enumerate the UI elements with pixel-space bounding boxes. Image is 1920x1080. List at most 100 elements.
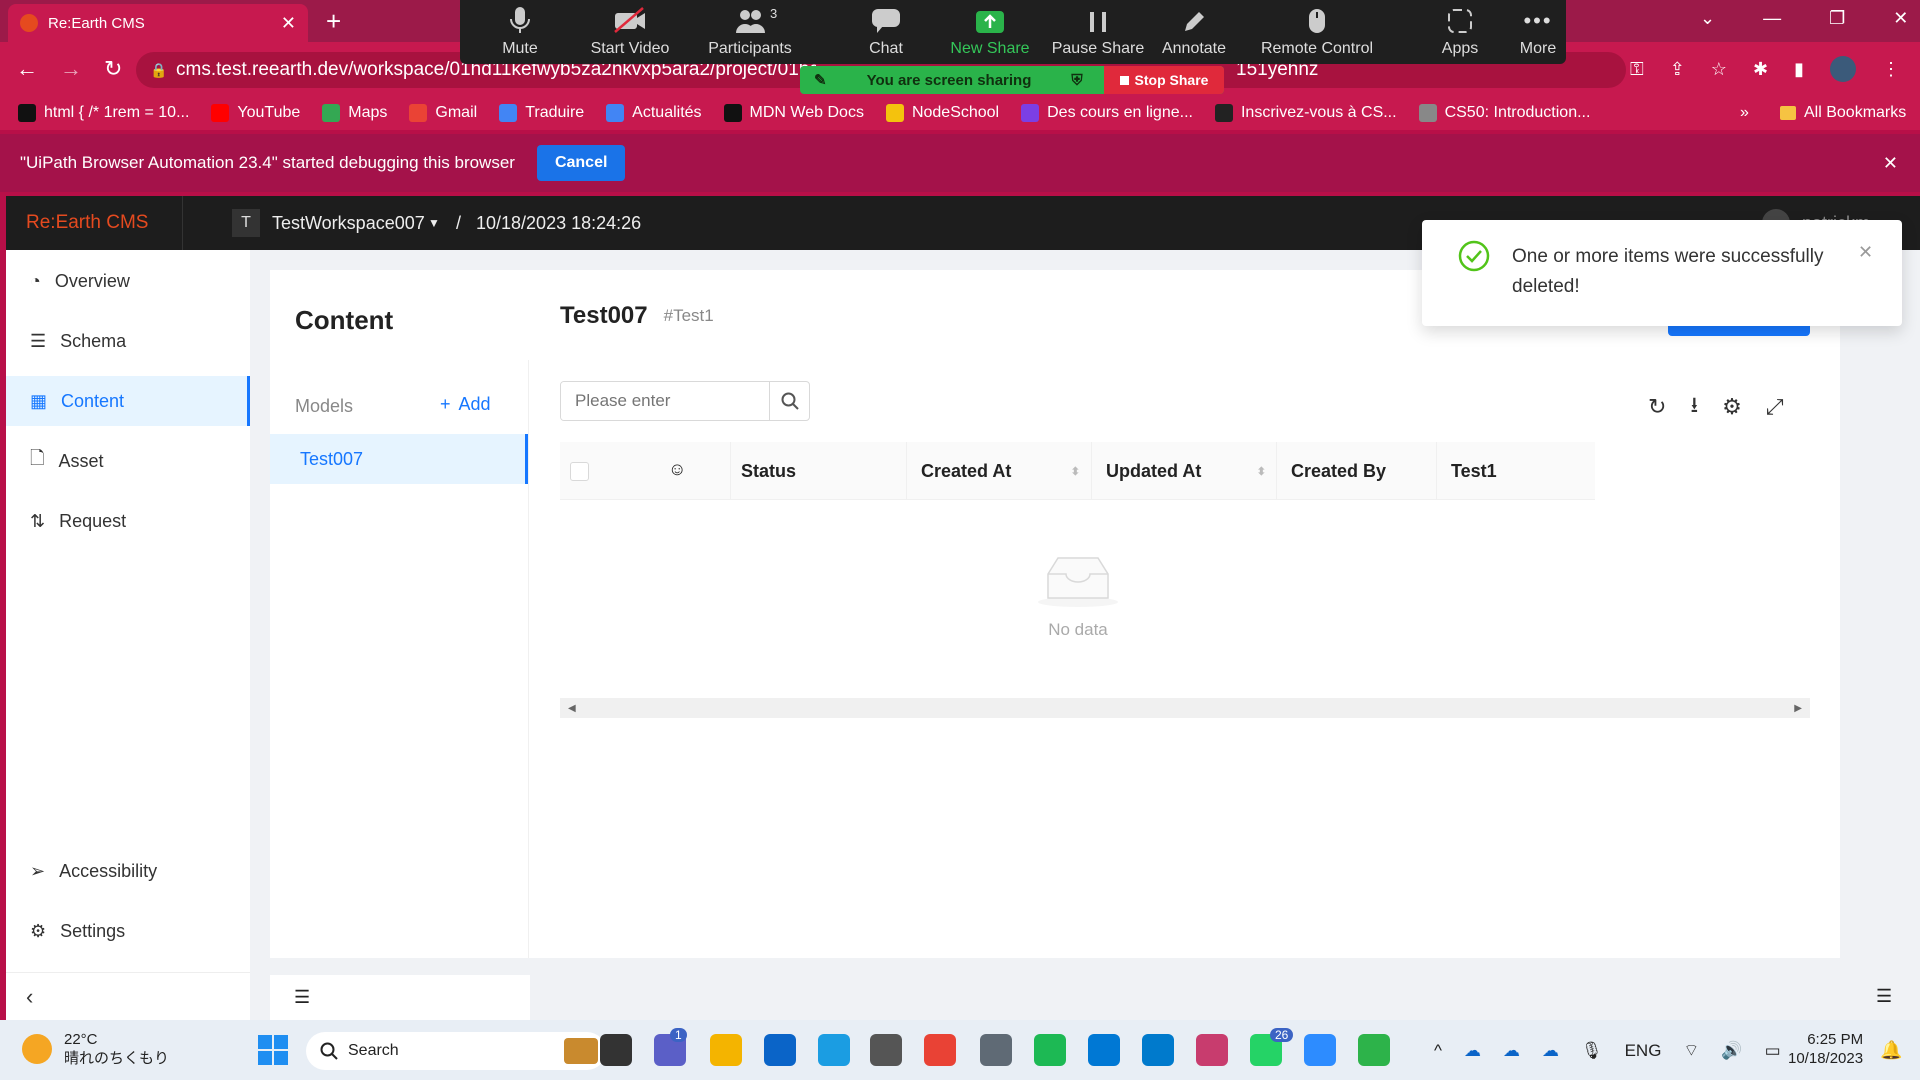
clock[interactable]: 6:25 PM 10/18/2023 <box>1788 1030 1863 1068</box>
calculator-icon[interactable] <box>870 1034 902 1066</box>
chrome-icon[interactable] <box>924 1034 956 1066</box>
search-input[interactable] <box>561 382 769 420</box>
menu-fold-right-icon[interactable]: ☰ <box>1876 986 1892 1007</box>
add-model-button[interactable]: + Add <box>440 394 491 415</box>
reload-icon[interactable]: ↻ <box>104 56 122 82</box>
sidebar-item-settings[interactable]: ⚙ Settings <box>6 906 250 956</box>
browser-tab[interactable]: Re:Earth CMS ✕ <box>8 4 308 42</box>
snipping-icon[interactable] <box>1196 1034 1228 1066</box>
onedrive-icon[interactable]: ☁ <box>1503 1041 1520 1061</box>
annotate-button[interactable]: Annotate <box>1144 0 1244 64</box>
chrome-menu-icon[interactable]: ⋮ <box>1882 59 1900 80</box>
language-indicator[interactable]: ENG <box>1625 1041 1662 1061</box>
model-item-test007[interactable]: Test007 <box>270 434 528 484</box>
media-icon[interactable] <box>1358 1034 1390 1066</box>
participants-button[interactable]: Participants 3 <box>690 0 810 64</box>
wifi-icon[interactable]: ⌔ <box>1683 1040 1699 1061</box>
fullscreen-icon[interactable]: ⤢ <box>1766 394 1784 420</box>
new-share-button[interactable]: New Share <box>930 0 1050 64</box>
vscode-icon[interactable] <box>1142 1034 1174 1066</box>
debug-close-icon[interactable]: ✕ <box>1883 153 1898 174</box>
sidebar-item-overview[interactable]: ◔ Overview <box>6 256 250 306</box>
column-status[interactable]: Status <box>730 442 910 500</box>
task-view-icon[interactable] <box>600 1034 632 1066</box>
bookmark-item[interactable]: YouTube <box>211 104 300 122</box>
start-video-button[interactable]: Start Video <box>580 0 680 64</box>
tab-close-icon[interactable]: ✕ <box>281 13 296 34</box>
bookmark-item[interactable]: Inscrivez-vous à CS... <box>1214 104 1397 122</box>
column-created-at[interactable]: Created At ⬍ <box>906 442 1090 500</box>
column-updated-at[interactable]: Updated At ⬍ <box>1091 442 1276 500</box>
apps-button[interactable]: Apps <box>1420 0 1500 64</box>
menu-fold-icon[interactable]: ☰ <box>294 987 310 1008</box>
bookmark-item[interactable]: Des cours en ligne... <box>1021 104 1193 122</box>
key-icon[interactable]: ⚿ <box>1630 59 1644 80</box>
back-icon[interactable]: ← <box>16 56 38 82</box>
more-button[interactable]: ••• More <box>1506 0 1570 64</box>
settings-icon[interactable] <box>980 1034 1012 1066</box>
extensions-icon[interactable]: ✱ <box>1753 59 1768 80</box>
column-created-by[interactable]: Created By <box>1276 442 1436 500</box>
weather-widget[interactable]: 22°C 晴れのちくもり <box>64 1030 169 1068</box>
scroll-left-icon[interactable]: ◀ <box>568 703 576 714</box>
bookmark-item[interactable]: Traduire <box>499 104 584 122</box>
sidebar-item-content[interactable]: ▦ Content <box>6 376 250 426</box>
sort-icon[interactable]: ⬍ <box>1257 465 1266 478</box>
search-button[interactable] <box>769 382 809 420</box>
restore-icon[interactable]: ❐ <box>1829 8 1845 29</box>
debug-cancel-button[interactable]: Cancel <box>536 145 626 181</box>
horizontal-scrollbar[interactable]: ◀ ▶ <box>560 698 1810 718</box>
bookmark-item[interactable]: Actualités <box>606 104 702 122</box>
sidepanel-icon[interactable]: ▮ <box>1794 59 1804 80</box>
app-logo[interactable]: Re:Earth CMS <box>26 212 148 234</box>
remote-control-button[interactable]: Remote Control <box>1242 0 1392 64</box>
start-button[interactable] <box>258 1035 288 1065</box>
chat-button[interactable]: Chat <box>836 0 936 64</box>
spotify-icon[interactable] <box>1034 1034 1066 1066</box>
sidebar-item-request[interactable]: ⇅ Request <box>6 496 250 546</box>
new-tab-icon[interactable]: + <box>326 6 341 37</box>
all-bookmarks[interactable]: All Bookmarks <box>1780 104 1906 122</box>
battery-icon[interactable]: ▭ <box>1765 1041 1781 1061</box>
density-icon[interactable]: ⭳ <box>1690 388 1698 426</box>
tab-search-icon[interactable]: ⌄ <box>1700 8 1715 29</box>
bookmark-item[interactable]: html { /* 1rem = 10... <box>18 104 189 122</box>
sort-icon[interactable]: ⬍ <box>1071 465 1080 478</box>
edge-icon[interactable] <box>818 1034 850 1066</box>
bookmark-item[interactable]: Maps <box>322 104 387 122</box>
file-explorer-icon[interactable] <box>710 1034 742 1066</box>
outlook-icon[interactable] <box>764 1034 796 1066</box>
profile-avatar[interactable] <box>1829 56 1856 82</box>
notifications-icon[interactable]: 🔔 <box>1880 1040 1902 1061</box>
collapse-sidebar-icon[interactable]: ‹ <box>26 984 33 1010</box>
bookmark-item[interactable]: CS50: Introduction... <box>1418 104 1590 122</box>
sidebar-item-accessibility[interactable]: ➢ Accessibility <box>6 846 250 896</box>
workspace-dropdown-icon[interactable]: ▼ <box>428 216 440 230</box>
close-window-icon[interactable]: ✕ <box>1893 8 1908 29</box>
reload-table-icon[interactable]: ↻ <box>1648 394 1666 420</box>
bookmark-item[interactable]: Gmail <box>409 104 477 122</box>
more-bookmarks-icon[interactable]: » <box>1740 104 1749 122</box>
star-icon[interactable]: ☆ <box>1711 59 1727 80</box>
skype-icon[interactable] <box>1088 1034 1120 1066</box>
sidebar-item-schema[interactable]: ☰ Schema <box>6 316 250 366</box>
scroll-right-icon[interactable]: ▶ <box>1794 703 1802 714</box>
forward-icon[interactable]: → <box>60 56 82 82</box>
taskbar-search[interactable]: Search <box>306 1032 606 1070</box>
pause-share-button[interactable]: Pause Share <box>1050 0 1146 64</box>
select-all-checkbox[interactable] <box>570 462 589 481</box>
bookmark-item[interactable]: NodeSchool <box>885 104 999 122</box>
column-test1[interactable]: Test1 <box>1436 442 1596 500</box>
show-hidden-icons[interactable]: ^ <box>1434 1041 1442 1061</box>
microphone-icon[interactable]: 🎙 <box>1581 1041 1603 1061</box>
zoom-icon[interactable] <box>1304 1034 1336 1066</box>
onedrive-icon[interactable]: ☁ <box>1542 1041 1559 1061</box>
notification-close-icon[interactable]: ✕ <box>1858 242 1873 263</box>
volume-icon[interactable]: 🔊 <box>1721 1041 1742 1061</box>
sidebar-item-asset[interactable]: 🗋 Asset <box>6 436 250 486</box>
mute-button[interactable]: Mute <box>480 0 560 64</box>
workspace-name[interactable]: TestWorkspace007 <box>272 213 425 234</box>
bookmark-item[interactable]: MDN Web Docs <box>723 104 864 122</box>
column-settings-icon[interactable]: ⚙ <box>1722 394 1742 420</box>
minimize-icon[interactable]: — <box>1763 8 1781 29</box>
